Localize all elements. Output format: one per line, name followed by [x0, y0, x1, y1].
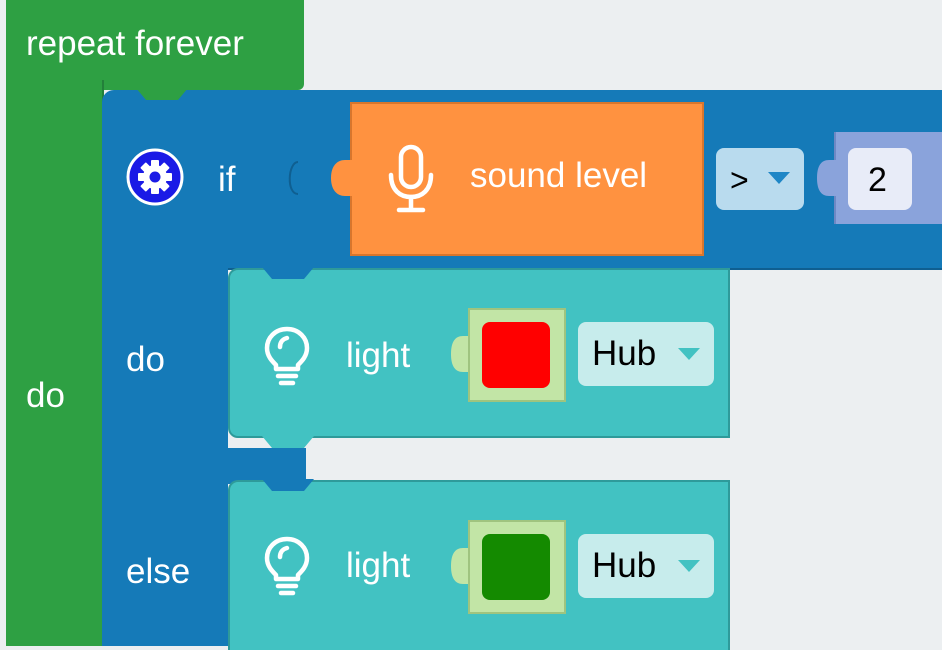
else-light-label: light	[346, 546, 411, 585]
else-hub-value: Hub	[592, 546, 657, 585]
else-label: else	[126, 552, 191, 591]
do-hub-dropdown[interactable]: Hub	[578, 322, 714, 386]
microphone-icon	[384, 144, 438, 216]
number-block-tab	[817, 160, 837, 196]
else-color-swatch[interactable]	[482, 534, 550, 600]
operator-value: >	[730, 162, 749, 198]
number-input[interactable]: 2	[848, 148, 912, 210]
else-light-top-notch	[262, 479, 314, 491]
chevron-down-icon	[678, 560, 700, 572]
sound-level-label: sound level	[470, 156, 648, 195]
do-hub-value: Hub	[592, 334, 657, 373]
number-value: 2	[868, 161, 887, 199]
gear-icon[interactable]	[126, 148, 184, 206]
chevron-down-icon	[768, 172, 790, 184]
do-light-bottom-notch	[262, 436, 314, 448]
lightbulb-icon	[262, 536, 312, 596]
do-label: do	[126, 340, 165, 379]
do-light-top-notch	[262, 267, 314, 279]
operator-dropdown[interactable]: >	[716, 148, 804, 210]
do-color-swatch[interactable]	[482, 322, 550, 388]
lightbulb-icon	[262, 326, 312, 386]
chevron-down-icon	[678, 348, 700, 360]
do-light-label: light	[346, 336, 411, 375]
else-hub-dropdown[interactable]: Hub	[578, 534, 714, 598]
if-label: if	[218, 160, 236, 199]
if-block-top-notch	[136, 88, 188, 100]
sound-level-tab	[331, 160, 355, 196]
